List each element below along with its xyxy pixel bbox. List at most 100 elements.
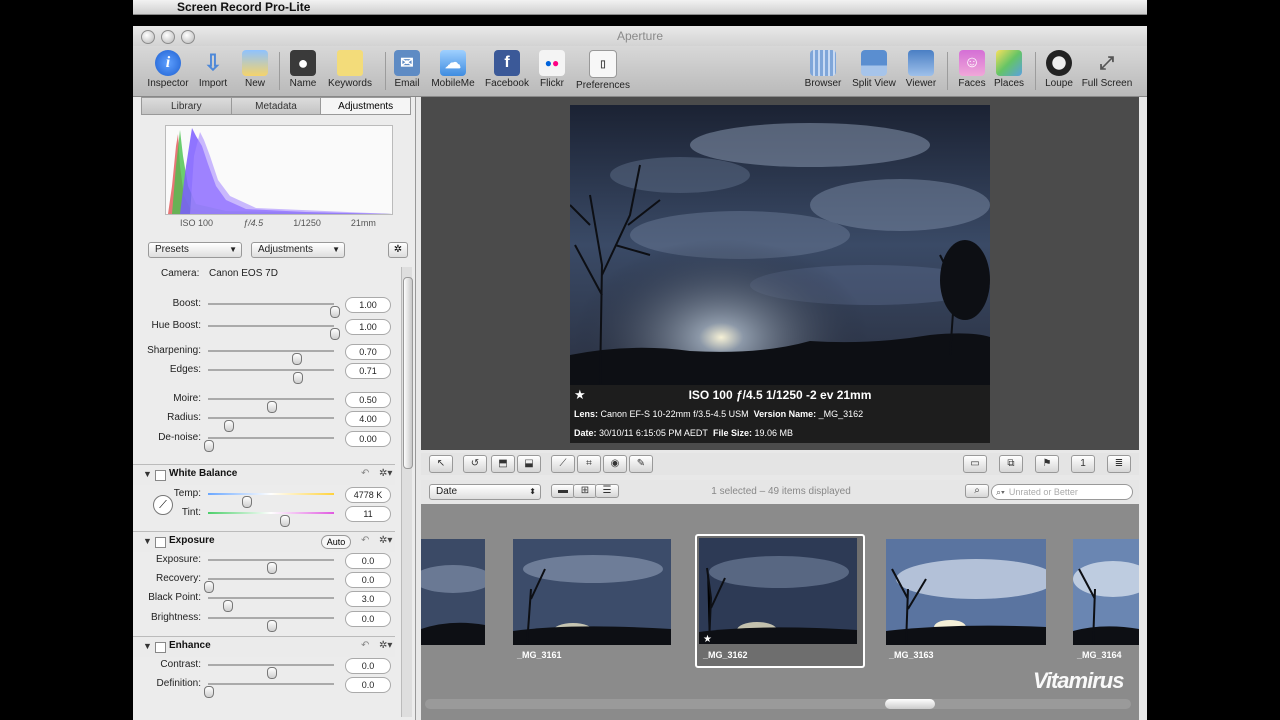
undo-icon[interactable]: ↶ [361, 535, 369, 546]
slider-track[interactable] [204, 683, 334, 698]
value-field[interactable]: 1.00 [345, 319, 391, 335]
straighten-tool-icon[interactable]: ⟋ [551, 455, 575, 473]
gear-icon[interactable]: ✲ [388, 242, 408, 258]
select-tool-icon[interactable]: ↖ [429, 455, 453, 473]
slider-track[interactable] [208, 303, 340, 318]
slider-track[interactable] [208, 617, 334, 632]
slider-thumb[interactable] [330, 328, 340, 340]
slider-thumb[interactable] [267, 620, 277, 632]
value-field[interactable]: 0.0 [345, 553, 391, 569]
loupe-button[interactable]: Loupe [1041, 48, 1077, 89]
grid-view-icon[interactable]: ⊞ [573, 484, 597, 498]
stamp-tool-icon[interactable]: ⬓ [517, 455, 541, 473]
value-field[interactable]: 0.0 [345, 611, 391, 627]
slider-track[interactable] [208, 559, 334, 574]
stack-icon[interactable]: ⧉ [999, 455, 1023, 473]
undo-icon[interactable]: ↶ [361, 640, 369, 651]
rotate-tool-icon[interactable]: ↺ [463, 455, 487, 473]
slider-track[interactable] [208, 369, 334, 384]
thumbnail-partial[interactable] [1073, 539, 1139, 645]
browser-button[interactable]: Browser [803, 48, 843, 89]
viewer-button[interactable]: Viewer [903, 48, 939, 89]
slider-track[interactable] [204, 578, 334, 593]
value-field[interactable]: 0.00 [345, 431, 391, 447]
slider-label: Brightness: [150, 612, 201, 623]
keywords-button[interactable]: Keywords [325, 48, 375, 89]
name-button[interactable]: ● Name [285, 48, 321, 89]
mobileme-button[interactable]: ☁ MobileMe [429, 48, 477, 89]
sort-dropdown[interactable]: Date ⬍ [429, 484, 541, 500]
value-field[interactable]: 0.50 [345, 392, 391, 408]
full-screen-button[interactable]: ⤢ Full Screen [1079, 48, 1135, 90]
gear-icon[interactable]: ✲▾ [379, 468, 392, 479]
slider-track[interactable] [208, 325, 340, 340]
flickr-button[interactable]: ● ● Flickr [535, 48, 569, 89]
slider-track[interactable] [208, 350, 334, 365]
value-field[interactable]: 0.71 [345, 363, 391, 379]
value-field[interactable]: 11 [345, 506, 391, 522]
gear-icon[interactable]: ✲▾ [379, 535, 392, 546]
value-field[interactable]: 0.0 [345, 658, 391, 674]
primary-only-icon[interactable]: 1 [1071, 455, 1095, 473]
inspector-button[interactable]: i Inspector [145, 48, 191, 89]
value-field[interactable]: 0.0 [345, 677, 391, 693]
slider-track[interactable] [204, 437, 334, 452]
search-field[interactable]: ⌕▾ Unrated or Better [991, 484, 1133, 500]
value-field[interactable]: 0.70 [345, 344, 391, 360]
split-view-button[interactable]: Split View [849, 48, 899, 89]
email-button[interactable]: ✉ Email [391, 48, 423, 89]
preferences-button[interactable]: ▯ Preferences [573, 48, 633, 91]
slider-track[interactable] [208, 597, 334, 612]
redeye-tool-icon[interactable]: ◉ [603, 455, 627, 473]
places-button[interactable]: Places [991, 48, 1027, 89]
presets-dropdown[interactable]: Presets ▼ [148, 242, 242, 258]
slider-thumb[interactable] [293, 372, 304, 384]
thumbnail[interactable] [886, 539, 1046, 645]
filmstrip-icon[interactable]: ▬ [551, 484, 575, 498]
brush-tool-icon[interactable]: ✎ [629, 455, 653, 473]
slider-track[interactable] [208, 417, 334, 432]
lift-tool-icon[interactable]: ⬒ [491, 455, 515, 473]
exposure-checkbox[interactable] [155, 537, 166, 548]
filmstrip-view-icon[interactable]: ▭ [963, 455, 987, 473]
adjustments-dropdown[interactable]: Adjustments ▼ [251, 242, 345, 258]
slider-thumb[interactable] [204, 440, 214, 452]
inspector-tabs: Library Metadata Adjustments [141, 97, 412, 115]
tab-library[interactable]: Library [141, 97, 232, 115]
new-button[interactable]: New [237, 48, 273, 89]
slider-track[interactable] [208, 398, 334, 413]
tab-adjustments[interactable]: Adjustments [321, 97, 412, 115]
value-field[interactable]: 4778 K [345, 487, 391, 503]
slider-track[interactable] [208, 493, 334, 508]
value-field[interactable]: 3.0 [345, 591, 391, 607]
value-field[interactable]: 1.00 [345, 297, 391, 313]
menu-app-name[interactable]: Screen Record Pro-Lite [177, 0, 310, 14]
import-button[interactable]: ⇩ Import [195, 48, 231, 89]
auto-exposure-button[interactable]: Auto [321, 535, 351, 549]
inspector-scrollbar[interactable] [401, 267, 413, 717]
value-field[interactable]: 0.0 [345, 572, 391, 588]
thumbnail-selected-image[interactable]: ★ [699, 538, 857, 644]
tab-metadata[interactable]: Metadata [231, 97, 322, 115]
slider-track[interactable] [208, 664, 334, 679]
value-field[interactable]: 4.00 [345, 411, 391, 427]
crop-tool-icon[interactable]: ⌗ [577, 455, 601, 473]
undo-icon[interactable]: ↶ [361, 468, 369, 479]
thumbnail[interactable] [513, 539, 671, 645]
flag-icon[interactable]: ⚑ [1035, 455, 1059, 473]
facebook-button[interactable]: f Facebook [483, 48, 531, 89]
window-title: Aperture [616, 29, 664, 43]
white-balance-checkbox[interactable] [155, 470, 166, 481]
thumbnail-partial[interactable] [421, 539, 485, 645]
main-photo[interactable] [570, 105, 990, 385]
slider-thumb[interactable] [279, 515, 290, 527]
list-view-icon[interactable]: ≣ [1107, 455, 1131, 473]
filmstrip-scrollbar[interactable] [425, 699, 1131, 709]
list-icon[interactable]: ☰ [595, 484, 619, 498]
enhance-checkbox[interactable] [155, 642, 166, 653]
slider-thumb[interactable] [204, 686, 214, 698]
slider-track[interactable] [208, 512, 334, 527]
faces-button[interactable]: ☺ Faces [955, 48, 989, 89]
filter-hud-icon[interactable]: ⌕ [965, 484, 989, 498]
gear-icon[interactable]: ✲▾ [379, 640, 392, 651]
